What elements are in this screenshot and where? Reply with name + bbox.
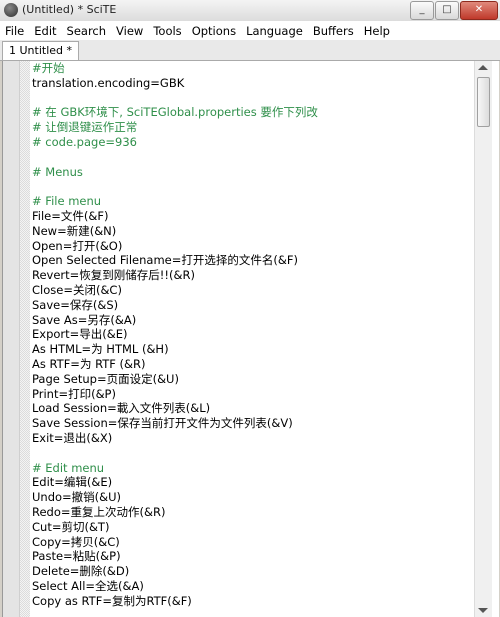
code-line[interactable]: Save Session=保存当前打开文件为文件列表(&V): [32, 416, 472, 431]
menu-search[interactable]: Search: [62, 22, 112, 40]
code-line[interactable]: [32, 150, 472, 165]
scite-app-icon: [4, 3, 18, 17]
code-line[interactable]: Save As=另存(&A): [32, 313, 472, 328]
code-line[interactable]: Export=导出(&E): [32, 327, 472, 342]
comment-line[interactable]: # Menus: [32, 165, 472, 180]
menu-tools[interactable]: Tools: [148, 22, 186, 40]
scrollbar-thumb[interactable]: [477, 77, 490, 127]
code-line[interactable]: Page Setup=页面设定(&U): [32, 372, 472, 387]
comment-line[interactable]: # 让倒退键运作正常: [32, 120, 472, 135]
code-line[interactable]: Paste=粘贴(&P): [32, 549, 472, 564]
vertical-scrollbar[interactable]: [474, 61, 492, 617]
buffer-tab-bar: 1 Untitled *: [0, 40, 500, 61]
code-line[interactable]: Copy as RTF=复制为RTF(&F): [32, 594, 472, 609]
maximize-button[interactable]: □: [435, 1, 459, 20]
code-line[interactable]: New=新建(&N): [32, 224, 472, 239]
comment-line[interactable]: # code.page=936: [32, 135, 472, 150]
code-line[interactable]: File=文件(&F): [32, 209, 472, 224]
editor-pane[interactable]: #开始 translation.encoding=GBK # 在 GBK环境下, S…: [2, 61, 499, 617]
code-line[interactable]: Revert=恢复到刚储存后!!(&R): [32, 268, 472, 283]
code-line[interactable]: As RTF=为 RTF (&R): [32, 357, 472, 372]
menu-bar: File Edit Search View Tools Options Lang…: [0, 21, 500, 41]
code-line[interactable]: [32, 91, 472, 106]
scroll-up-icon[interactable]: [478, 65, 488, 70]
code-line[interactable]: Close=关闭(&C): [32, 283, 472, 298]
menu-view[interactable]: View: [111, 22, 148, 40]
code-line[interactable]: As HTML=为 HTML (&H): [32, 342, 472, 357]
fold-margin[interactable]: [20, 61, 30, 617]
code-line[interactable]: Open=打开(&O): [32, 239, 472, 254]
menu-language[interactable]: Language: [241, 22, 308, 40]
scroll-down-icon[interactable]: [478, 608, 488, 613]
tab-untitled[interactable]: 1 Untitled *: [2, 41, 80, 60]
code-line[interactable]: Open Selected Filename=打开选择的文件名(&F): [32, 253, 472, 268]
code-line[interactable]: Delete=删除(&D): [32, 564, 472, 579]
code-line[interactable]: translation.encoding=GBK: [32, 76, 472, 91]
code-line[interactable]: Copy=拷贝(&C): [32, 535, 472, 550]
code-line[interactable]: Redo=重复上次动作(&R): [32, 505, 472, 520]
comment-line[interactable]: # 在 GBK环境下, SciTEGlobal.properties 要作下列改: [32, 105, 472, 120]
comment-line[interactable]: #开始: [32, 61, 472, 76]
menu-options[interactable]: Options: [187, 22, 241, 40]
comment-line[interactable]: # File menu: [32, 194, 472, 209]
code-line[interactable]: Load Session=載入文件列表(&L): [32, 401, 472, 416]
code-line[interactable]: Edit=编辑(&E): [32, 475, 472, 490]
code-line[interactable]: Cut=剪切(&T): [32, 520, 472, 535]
comment-line[interactable]: # Edit menu: [32, 461, 472, 476]
code-line[interactable]: Save=保存(&S): [32, 298, 472, 313]
window-title: (Untitled) * SciTE: [22, 3, 117, 16]
code-line[interactable]: Select All=全选(&A): [32, 579, 472, 594]
code-line[interactable]: Exit=退出(&X): [32, 431, 472, 446]
code-line[interactable]: [32, 446, 472, 461]
code-line[interactable]: Print=打印(&P): [32, 387, 472, 402]
menu-edit[interactable]: Edit: [29, 22, 61, 40]
line-number-margin: [3, 61, 20, 617]
menu-buffers[interactable]: Buffers: [308, 22, 359, 40]
close-button[interactable]: ✕: [460, 1, 498, 20]
window-controls: _ □ ✕: [410, 1, 498, 20]
menu-file[interactable]: File: [0, 22, 29, 40]
code-area[interactable]: #开始 translation.encoding=GBK # 在 GBK环境下, S…: [32, 61, 472, 608]
code-line[interactable]: Undo=撤销(&U): [32, 490, 472, 505]
menu-help[interactable]: Help: [359, 22, 395, 40]
minimize-button[interactable]: _: [410, 1, 434, 20]
code-line[interactable]: [32, 179, 472, 194]
title-bar: (Untitled) * SciTE _ □ ✕: [0, 0, 500, 22]
